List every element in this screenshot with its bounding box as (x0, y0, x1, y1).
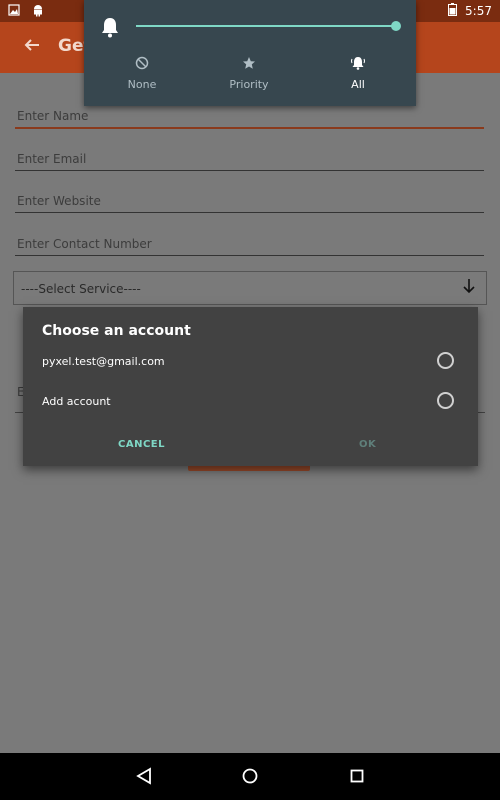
star-icon (199, 56, 299, 72)
contact-number-field[interactable]: Enter Contact Number (15, 226, 484, 256)
status-time: 5:57 (465, 4, 492, 18)
back-nav-icon[interactable] (136, 767, 152, 789)
email-placeholder: Enter Email (17, 152, 87, 166)
home-nav-icon[interactable] (241, 767, 259, 789)
back-arrow-icon[interactable] (24, 34, 40, 58)
name-placeholder: Enter Name (17, 109, 89, 123)
email-field[interactable]: Enter Email (15, 141, 484, 171)
cancel-button[interactable]: CANCEL (118, 439, 165, 450)
mode-none[interactable]: None (92, 56, 192, 91)
account-radio[interactable] (437, 352, 454, 369)
add-account-radio[interactable] (437, 392, 454, 409)
recents-nav-icon[interactable] (349, 767, 365, 789)
navigation-bar (0, 753, 500, 800)
bell-all-icon (308, 56, 408, 72)
website-placeholder: Enter Website (17, 194, 101, 208)
mode-none-label: None (127, 78, 157, 91)
mode-priority[interactable]: Priority (199, 56, 299, 91)
mode-all-label: All (351, 78, 365, 91)
add-account-label: Add account (42, 395, 111, 408)
choose-account-dialog: Choose an account pyxel.test@gmail.com A… (23, 307, 478, 466)
battery-icon (448, 3, 458, 19)
dialog-title: Choose an account (42, 323, 191, 339)
account-option[interactable]: pyxel.test@gmail.com (23, 343, 478, 379)
service-select[interactable]: ----Select Service---- (13, 271, 487, 305)
account-label: pyxel.test@gmail.com (42, 355, 165, 368)
volume-panel: None Priority All (84, 0, 416, 106)
website-field[interactable]: Enter Website (15, 183, 484, 213)
bell-icon (100, 16, 120, 38)
volume-slider-thumb[interactable] (391, 21, 401, 31)
add-account-option[interactable]: Add account (23, 383, 478, 419)
arrow-down-icon (462, 278, 476, 298)
mode-priority-label: Priority (229, 78, 269, 91)
mode-all[interactable]: All (308, 56, 408, 91)
ok-button[interactable]: OK (359, 439, 376, 450)
image-icon (8, 4, 20, 20)
android-icon (32, 4, 44, 20)
contact-placeholder: Enter Contact Number (17, 237, 152, 251)
volume-slider-track[interactable] (136, 25, 396, 27)
service-select-label: ----Select Service---- (21, 282, 141, 296)
none-icon (92, 56, 192, 72)
